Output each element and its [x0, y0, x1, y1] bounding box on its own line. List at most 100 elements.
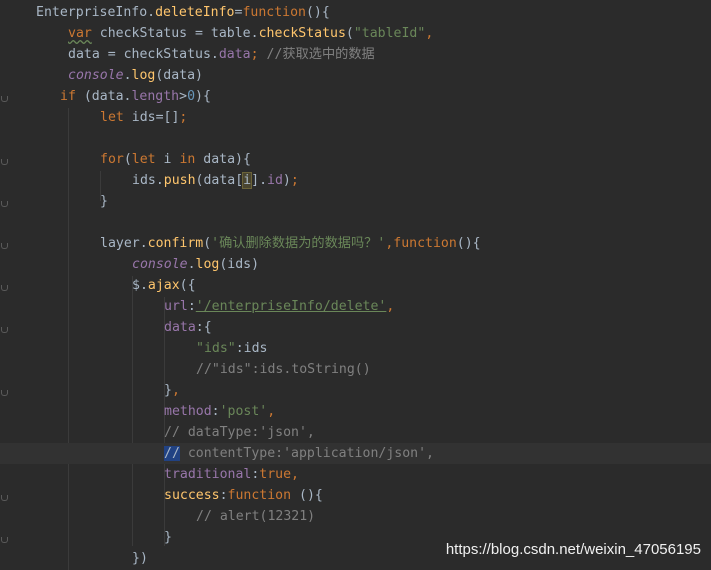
code-token: >	[179, 89, 188, 104]
code-token: checkStatus	[258, 26, 346, 41]
code-token: var	[68, 26, 92, 41]
code-token: ,	[171, 383, 180, 398]
code-token: (	[345, 26, 354, 41]
code-editor[interactable]: EnterpriseInfo.deleteInfo=function(){var…	[0, 0, 711, 570]
code-token: url	[164, 299, 188, 314]
code-token: :	[187, 299, 196, 314]
code-token: let	[131, 152, 156, 167]
code-token: ;	[250, 47, 259, 62]
code-line[interactable]: "ids":ids	[0, 338, 711, 359]
code-line[interactable]: for(let i in data){	[0, 149, 711, 170]
code-token: }	[164, 530, 172, 545]
code-token: ids=[]	[123, 110, 180, 125]
code-text: success:function (){	[164, 485, 323, 506]
code-text: console.log(data)	[68, 65, 203, 86]
code-token: contentType:'application/json',	[179, 446, 434, 461]
code-line[interactable]: // contentType:'application/json',	[0, 443, 711, 464]
code-token: checkStatus = table.	[91, 26, 259, 41]
code-token: '/enterpriseInfo/delete'	[195, 299, 387, 314]
code-line[interactable]: data:{	[0, 317, 711, 338]
code-line[interactable]: // alert(12321)	[0, 506, 711, 527]
code-token: (data.	[75, 89, 132, 104]
code-text: $.ajax({	[132, 275, 196, 296]
code-token: i	[155, 152, 180, 167]
code-text: layer.confirm('确认删除数据为的数据吗？',function(){	[100, 233, 481, 254]
code-line[interactable]: method:'post',	[0, 401, 711, 422]
code-token: id	[267, 173, 283, 188]
code-token: ids.	[132, 173, 164, 188]
code-text: EnterpriseInfo.deleteInfo=function(){	[36, 2, 330, 23]
watermark: https://blog.csdn.net/weixin_47056195	[445, 541, 701, 558]
code-token: (ids)	[219, 257, 260, 272]
code-token: //"ids":ids.toString()	[196, 362, 371, 377]
code-token: 0	[187, 89, 196, 104]
code-token: }	[164, 383, 172, 398]
code-line[interactable]: ids.push(data[i].id);	[0, 170, 711, 191]
code-text: let ids=[];	[100, 107, 187, 128]
code-token: for	[100, 152, 124, 167]
code-text: data = checkStatus.data; //获取选中的数据	[68, 44, 375, 65]
code-text: ids.push(data[i].id);	[132, 170, 299, 191]
code-line[interactable]: //"ids":ids.toString()	[0, 359, 711, 380]
code-token: ].	[251, 173, 268, 188]
code-text: if (data.length>0){	[60, 86, 211, 107]
code-token: .	[123, 68, 132, 83]
code-token: function	[242, 5, 306, 20]
code-line[interactable]: data = checkStatus.data; //获取选中的数据	[0, 44, 711, 65]
code-token: //获取选中的数据	[258, 47, 375, 62]
code-text: // dataType:'json',	[164, 422, 315, 443]
code-line[interactable]: // dataType:'json',	[0, 422, 711, 443]
code-token: console	[68, 68, 124, 83]
code-token: (){	[305, 5, 330, 20]
code-line[interactable]: console.log(ids)	[0, 254, 711, 275]
code-token: let	[100, 110, 124, 125]
code-token: "ids"	[196, 341, 236, 356]
code-token: ;	[290, 173, 299, 188]
code-line[interactable]: console.log(data)	[0, 65, 711, 86]
code-line[interactable]: traditional:true,	[0, 464, 711, 485]
code-token: (){	[456, 236, 481, 251]
code-line[interactable]: success:function (){	[0, 485, 711, 506]
code-token: "tableId"	[353, 26, 426, 41]
code-line[interactable]: },	[0, 380, 711, 401]
code-token: data = checkStatus.	[68, 47, 219, 62]
code-token: in	[179, 152, 196, 167]
code-token: // dataType:'json',	[164, 425, 315, 440]
code-line[interactable]: url:'/enterpriseInfo/delete',	[0, 296, 711, 317]
code-line[interactable]: let ids=[];	[0, 107, 711, 128]
code-line[interactable]: }	[0, 191, 711, 212]
code-token: (	[123, 152, 132, 167]
code-token: data	[218, 47, 251, 62]
code-token: // alert(12321)	[196, 509, 316, 524]
code-line[interactable]: EnterpriseInfo.deleteInfo=function(){	[0, 2, 711, 23]
code-text: // alert(12321)	[196, 506, 315, 527]
code-token: log	[131, 68, 156, 83]
code-token: //	[164, 446, 180, 461]
code-line[interactable]: var checkStatus = table.checkStatus("tab…	[0, 23, 711, 44]
code-token: '确认删除数据为的数据吗？'	[211, 236, 386, 251]
code-token: })	[132, 551, 148, 566]
code-line[interactable]: $.ajax({	[0, 275, 711, 296]
code-text: method:'post',	[164, 401, 275, 422]
code-token: length	[131, 89, 180, 104]
code-line[interactable]: layer.confirm('确认删除数据为的数据吗？',function(){	[0, 233, 711, 254]
code-text: var checkStatus = table.checkStatus("tab…	[68, 23, 433, 44]
code-text: console.log(ids)	[132, 254, 259, 275]
code-token: ,	[386, 299, 395, 314]
code-line[interactable]	[0, 128, 711, 149]
code-token: :{	[195, 320, 212, 335]
code-token: data){	[195, 152, 251, 167]
code-token: ,	[267, 404, 276, 419]
code-line[interactable]	[0, 212, 711, 233]
code-token: deleteInfo	[155, 5, 235, 20]
code-token: :	[219, 488, 228, 503]
code-token: true,	[259, 467, 299, 482]
code-token: (){	[291, 488, 323, 503]
code-text: traditional:true,	[164, 464, 299, 485]
code-token: layer.	[100, 236, 148, 251]
code-line[interactable]: if (data.length>0){	[0, 86, 711, 107]
code-token: $.	[132, 278, 148, 293]
code-text: url:'/enterpriseInfo/delete',	[164, 296, 394, 317]
code-token: .	[187, 257, 196, 272]
code-token: )	[282, 173, 291, 188]
